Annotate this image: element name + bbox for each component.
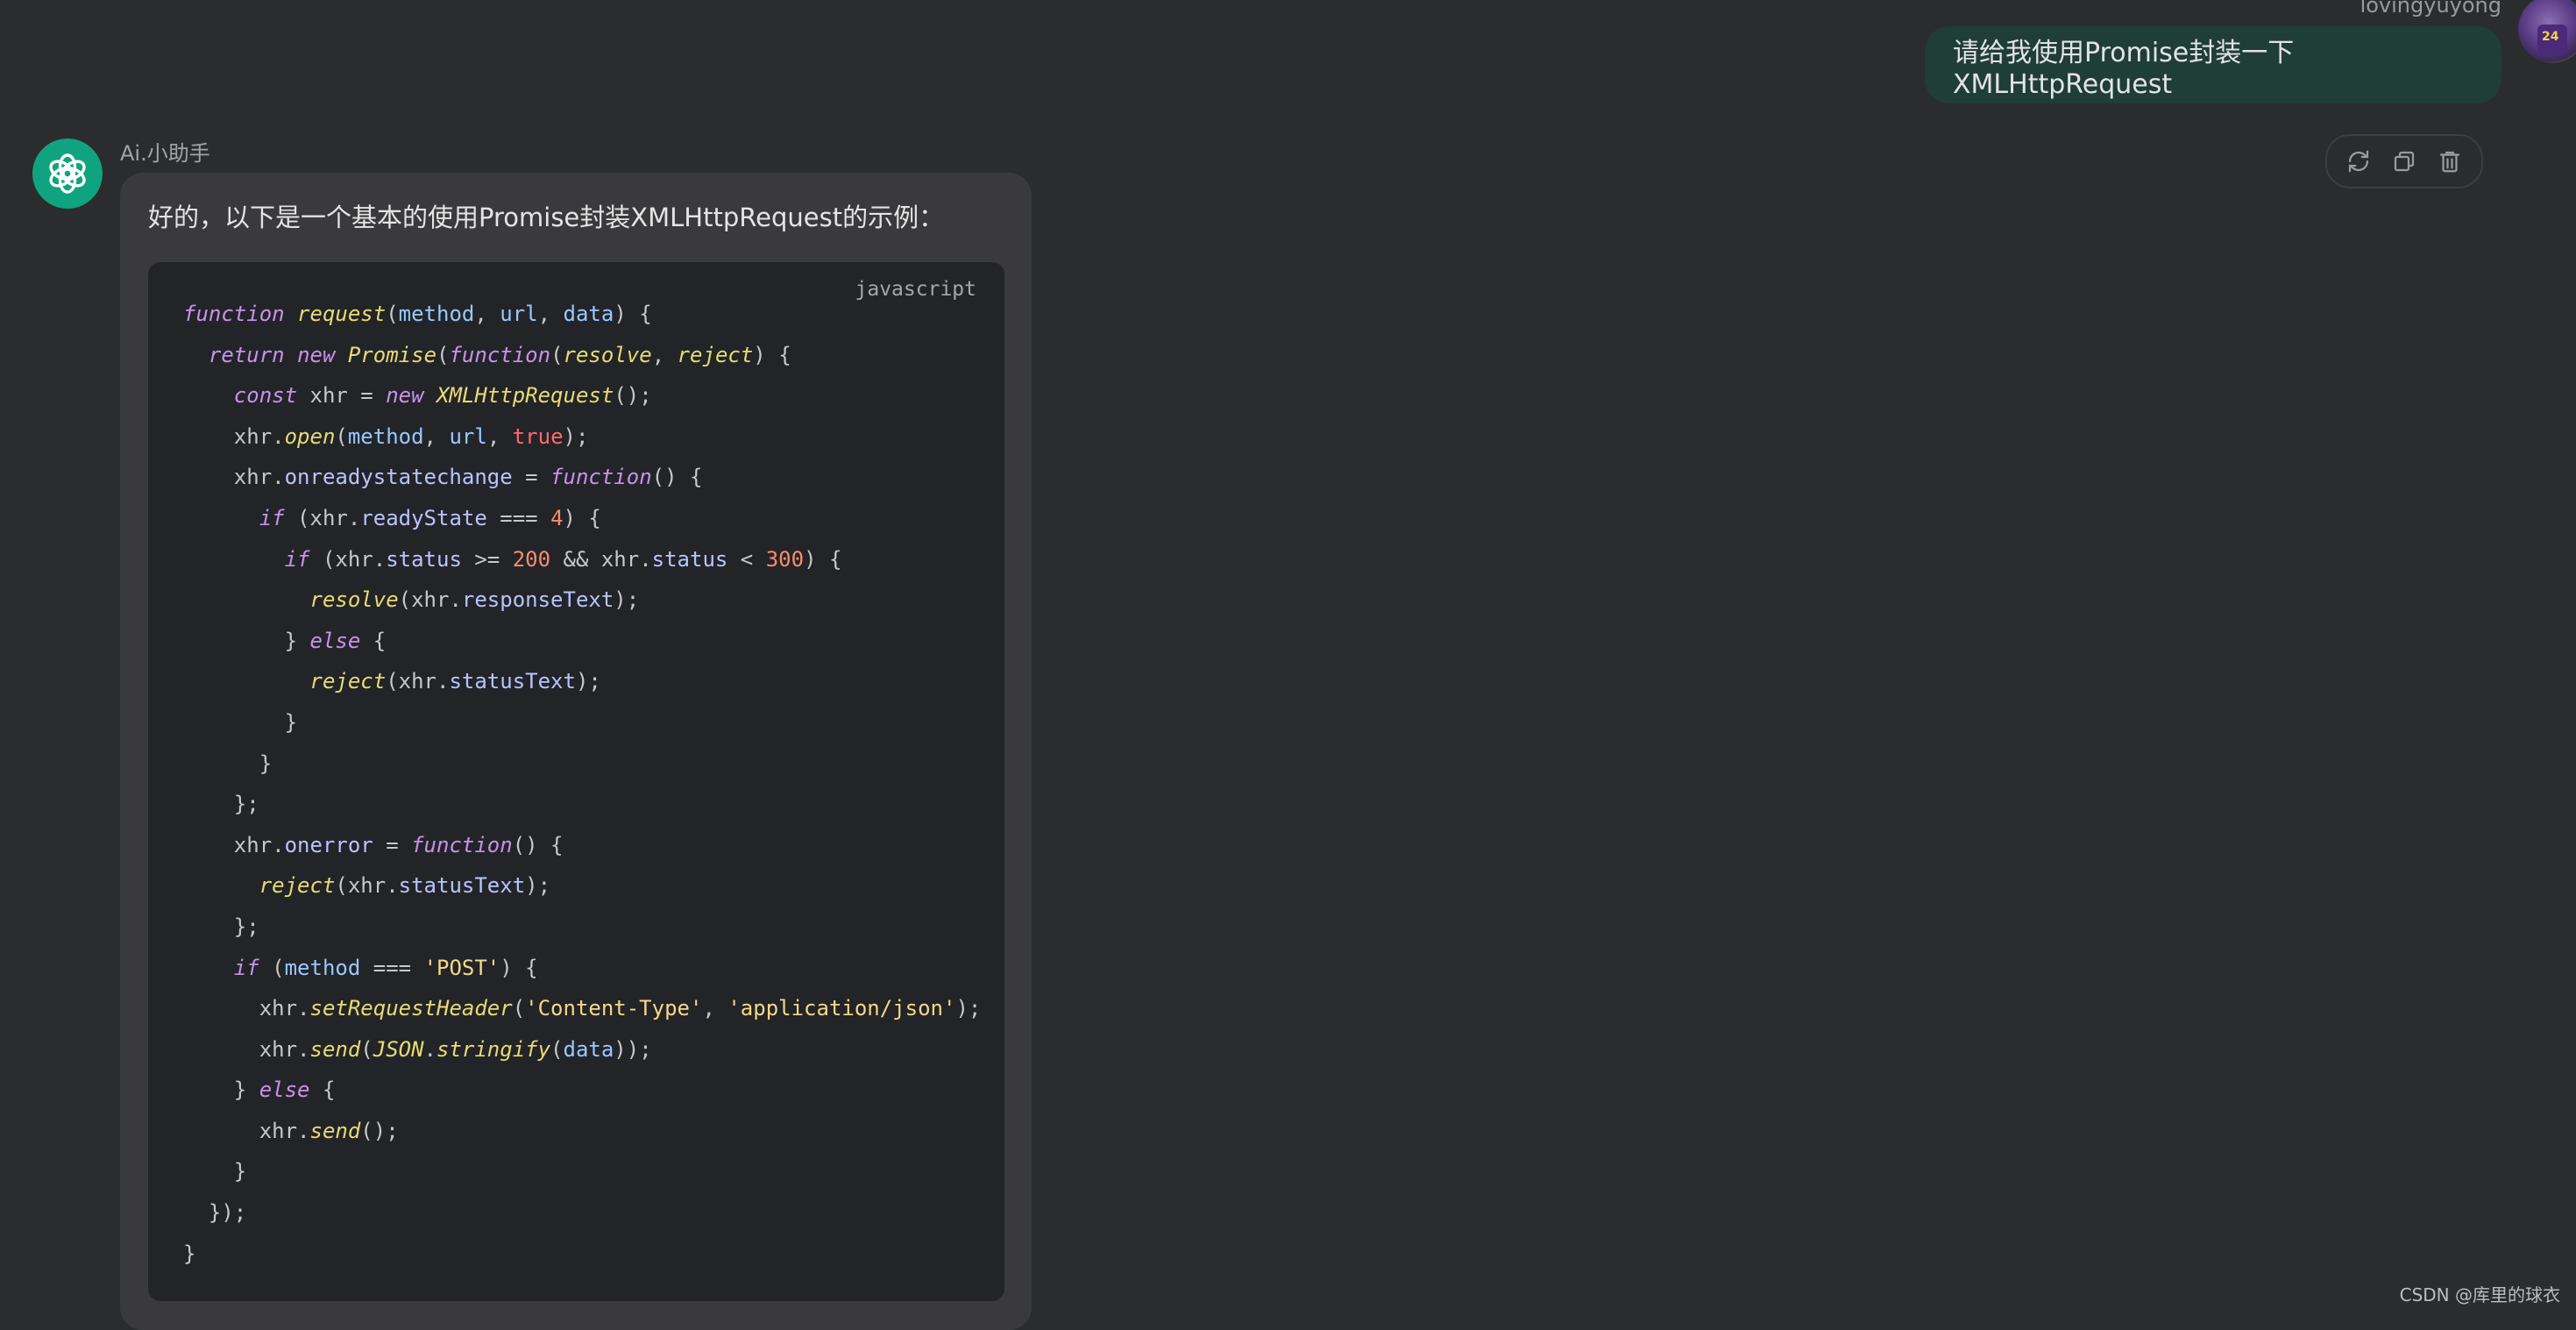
code-line: xhr.setRequestHeader('Content-Type', 'ap… — [183, 996, 982, 1021]
code-line: xhr.onerror = function() { — [183, 832, 564, 857]
code-line: }); — [183, 1200, 247, 1226]
assistant-intro-text: 好的，以下是一个基本的使用Promise封装XMLHttpRequest的示例： — [148, 203, 945, 232]
trash-icon[interactable] — [2437, 148, 2463, 174]
code-line: } — [183, 750, 273, 776]
user-message-bubble: 请给我使用Promise封装一下 XMLHttpRequest — [1925, 26, 2501, 103]
openai-logo-icon — [49, 153, 86, 194]
user-name: lovingyuyong — [2360, 0, 2501, 18]
code-line: xhr.open(method, url, true); — [183, 423, 589, 449]
code-line: const xhr = new XMLHttpRequest(); — [233, 383, 652, 409]
code-line: } — [183, 1241, 196, 1266]
code-line: xhr.send(); — [183, 1118, 399, 1143]
assistant-message-bubble: 好的，以下是一个基本的使用Promise封装XMLHttpRequest的示例：… — [120, 173, 1032, 1330]
user-avatar[interactable]: 24 — [2518, 0, 2576, 63]
code-line: function request(method, url, data) { — [183, 302, 652, 326]
code-line: }; — [183, 792, 259, 817]
user-message-text: 请给我使用Promise封装一下 XMLHttpRequest — [1953, 37, 2295, 100]
code-line: if (method === 'POST') { — [233, 955, 538, 980]
code-line: return new Promise(function(resolve, rej… — [208, 342, 791, 367]
code-line: if (xhr.readyState === 4) { — [259, 505, 601, 530]
code-content[interactable]: function request(method, url, data) { re… — [183, 294, 981, 1274]
code-block[interactable]: javascript function request(method, url,… — [148, 262, 1004, 1301]
message-actions — [2325, 134, 2483, 188]
code-line: xhr.onreadystatechange = function() { — [183, 465, 703, 490]
copy-icon[interactable] — [2391, 148, 2417, 174]
code-line: reject(xhr.statusText); — [259, 873, 551, 899]
assistant-name: Ai.小助手 — [120, 141, 210, 166]
code-line: xhr.send(JSON.stringify(data)); — [183, 1036, 652, 1062]
code-line: }; — [183, 914, 259, 939]
code-line: } else { — [183, 628, 387, 653]
avatar-number: 24 — [2542, 30, 2559, 44]
code-line: resolve(xhr.responseText); — [309, 587, 640, 613]
code-line: } else { — [183, 1078, 336, 1103]
assistant-avatar — [32, 139, 103, 209]
refresh-icon[interactable] — [2345, 148, 2372, 174]
code-line: reject(xhr.statusText); — [309, 669, 601, 694]
code-line: if (xhr.status >= 200 && xhr.status < 30… — [284, 546, 842, 572]
code-line: } — [183, 1159, 247, 1184]
watermark: CSDN @库里的球衣 — [2399, 1284, 2560, 1305]
code-line: } — [183, 709, 298, 735]
